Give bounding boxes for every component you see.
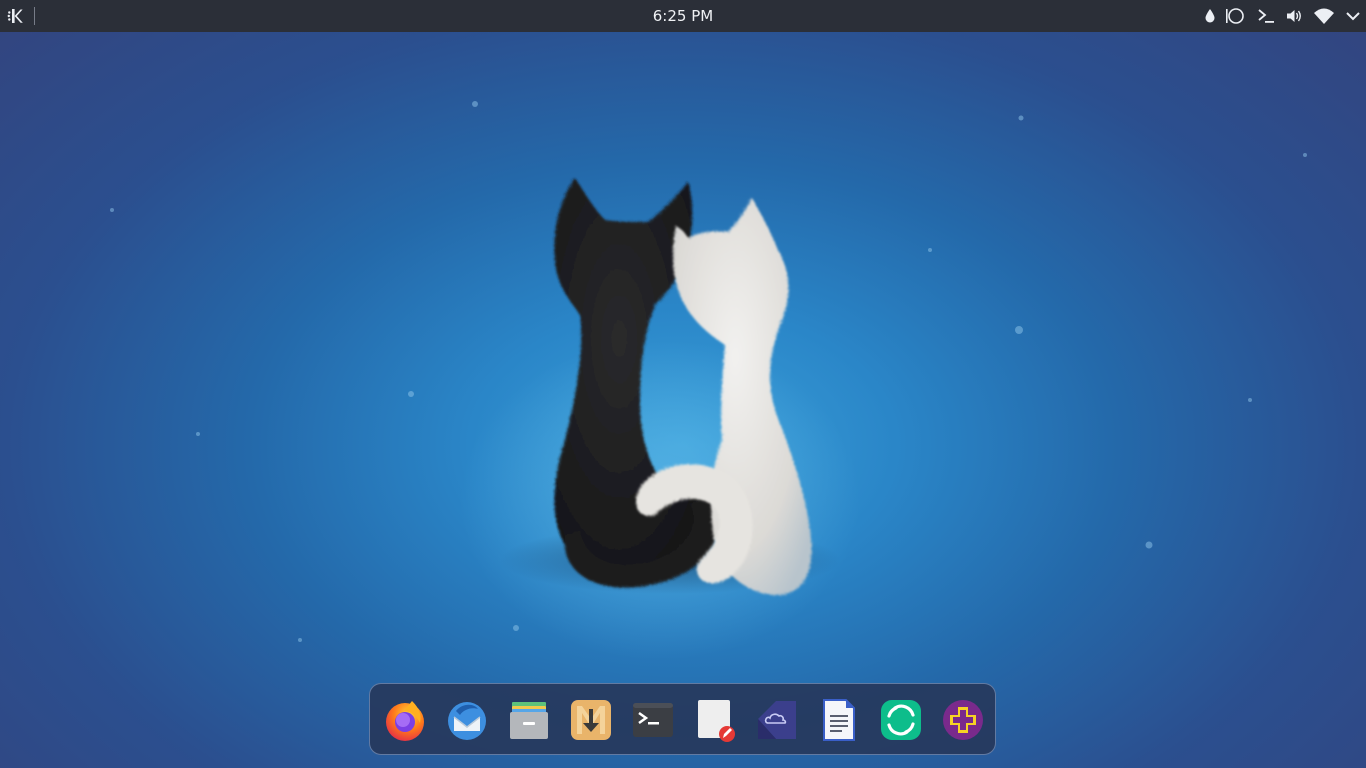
wifi-icon[interactable]	[1313, 6, 1334, 26]
file-manager-icon[interactable]	[506, 697, 552, 743]
panel-separator	[34, 7, 35, 25]
clock[interactable]: 6:25 PM	[0, 0, 1366, 32]
downloader-icon[interactable]	[568, 697, 614, 743]
element-chat-icon[interactable]	[878, 697, 924, 743]
volume-icon[interactable]	[1284, 6, 1304, 26]
desktop-wallpaper	[110, 101, 1307, 660]
top-panel: 6:25 PM	[0, 0, 1366, 32]
cloud-sync-icon[interactable]	[754, 697, 800, 743]
plus-app-icon[interactable]	[940, 697, 986, 743]
kde-logo-icon[interactable]	[6, 6, 26, 26]
app-dock	[369, 683, 996, 755]
document-writer-icon[interactable]	[816, 697, 862, 743]
terminal-prompt-icon[interactable]	[1256, 6, 1276, 26]
thunderbird-icon[interactable]	[444, 697, 490, 743]
terminal-icon[interactable]	[630, 697, 676, 743]
firefox-icon[interactable]	[382, 697, 428, 743]
status-circle-icon[interactable]	[1226, 6, 1246, 26]
chevron-down-icon[interactable]	[1343, 6, 1363, 26]
text-editor-icon[interactable]	[692, 697, 738, 743]
